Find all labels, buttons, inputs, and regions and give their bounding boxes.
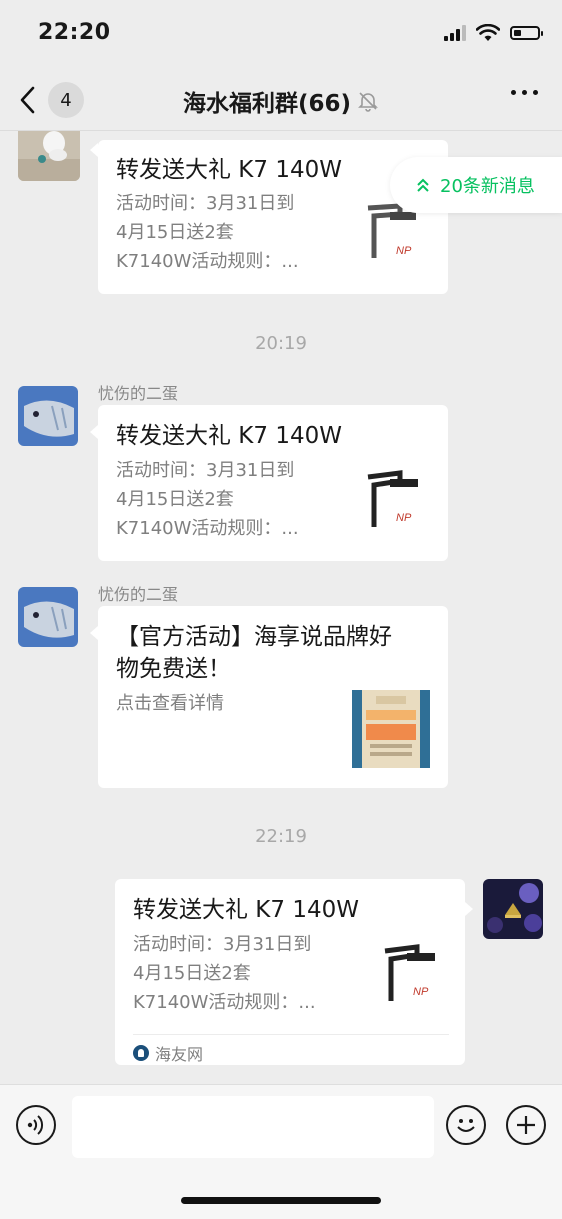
- bell-muted-icon: [358, 92, 378, 112]
- card-thumbnail: NP: [360, 465, 432, 537]
- timestamp: 20:19: [255, 333, 307, 354]
- card-thumbnail: NP: [377, 939, 449, 1011]
- emoji-icon: [457, 1119, 475, 1132]
- double-chevron-up-icon: [417, 178, 429, 192]
- message-card[interactable]: 【官方活动】海享说品牌好 物免费送！ 点击查看详情: [98, 606, 448, 788]
- svg-text:NP: NP: [396, 512, 412, 524]
- signal-icon: [444, 25, 466, 41]
- avatar[interactable]: [18, 587, 78, 647]
- card-desc-line: K7140W活动规则：...: [133, 992, 316, 1013]
- svg-text:NP: NP: [396, 245, 412, 257]
- status-time: 22:20: [38, 20, 111, 45]
- card-desc-line: 活动时间：3月31日到: [116, 193, 295, 214]
- card-desc-line: K7140W活动规则：...: [116, 518, 299, 539]
- avatar[interactable]: [483, 879, 543, 939]
- voice-button[interactable]: [16, 1105, 56, 1145]
- chat-list[interactable]: 转发送大礼 K7 140W 活动时间：3月31日到 4月15日送2套 K7140…: [0, 131, 562, 1084]
- status-bar: 22:20: [0, 0, 562, 70]
- card-title: 转发送大礼 K7 140W: [116, 423, 342, 449]
- card-desc-line: K7140W活动规则：...: [116, 251, 299, 272]
- new-messages-button[interactable]: 20条新消息: [390, 157, 562, 213]
- card-desc-line: 4月15日送2套: [116, 222, 234, 243]
- status-icons: [444, 24, 543, 42]
- card-desc-line: 4月15日送2套: [116, 489, 234, 510]
- card-title: 转发送大礼 K7 140W: [116, 157, 342, 183]
- card-desc-line: 活动时间：3月31日到: [133, 934, 312, 955]
- timestamp: 22:19: [255, 826, 307, 847]
- card-desc-line: 活动时间：3月31日到: [116, 460, 295, 481]
- card-thumbnail: [352, 690, 430, 768]
- message-card[interactable]: 转发送大礼 K7 140W 活动时间：3月31日到 4月15日送2套 K7140…: [98, 405, 448, 561]
- card-title: 转发送大礼 K7 140W: [133, 897, 359, 923]
- plus-button[interactable]: [506, 1105, 546, 1145]
- battery-icon: [510, 26, 543, 40]
- bubble-tail: [465, 902, 473, 916]
- new-messages-label: 20条新消息: [440, 176, 535, 197]
- more-button[interactable]: [511, 90, 538, 95]
- card-desc-line: 4月15日送2套: [133, 963, 251, 984]
- more-dots-icon: [511, 90, 516, 95]
- nav-bar: 4 海水福利群(66): [0, 70, 562, 131]
- message-card[interactable]: 转发送大礼 K7 140W 活动时间：3月31日到 4月15日送2套 K7140…: [98, 140, 448, 294]
- source-logo-icon: [133, 1045, 149, 1061]
- chat-title-wrap: 海水福利群(66): [0, 84, 562, 118]
- avatar[interactable]: [18, 386, 78, 446]
- card-desc-line: 点击查看详情: [116, 693, 224, 714]
- sender-name: 忧伤的二蛋: [98, 384, 179, 403]
- message-input[interactable]: [72, 1096, 434, 1158]
- source-name: 海友网: [155, 1045, 204, 1064]
- bubble-tail: [90, 626, 98, 640]
- card-title-line: 物免费送！: [116, 656, 231, 682]
- svg-text:NP: NP: [413, 986, 429, 998]
- avatar[interactable]: [18, 131, 80, 181]
- plus-icon: [517, 1116, 535, 1134]
- message-card[interactable]: 转发送大礼 K7 140W 活动时间：3月31日到 4月15日送2套 K7140…: [115, 879, 465, 1065]
- sender-name: 忧伤的二蛋: [98, 585, 179, 604]
- card-title-line: 【官方活动】海享说品牌好: [116, 624, 392, 650]
- page-title: 海水福利群(66): [182, 91, 352, 117]
- bubble-tail: [90, 143, 98, 157]
- bubble-tail: [90, 425, 98, 439]
- voice-icon: [27, 1115, 44, 1135]
- wifi-icon: [476, 24, 500, 41]
- emoji-button[interactable]: [446, 1105, 486, 1145]
- home-indicator[interactable]: [181, 1197, 381, 1204]
- card-source: 海友网: [133, 1034, 449, 1065]
